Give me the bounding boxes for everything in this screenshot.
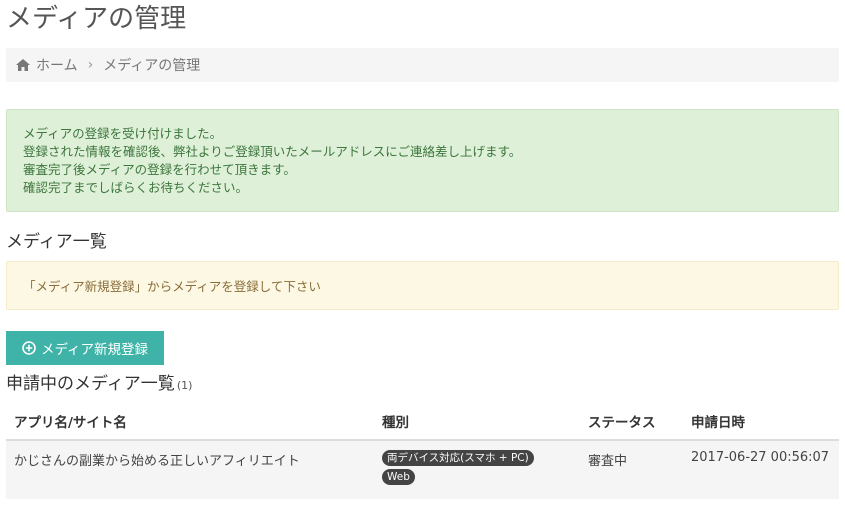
column-header-date: 申請日時 [683,402,839,441]
breadcrumb-home-link[interactable]: ホーム [36,55,78,75]
breadcrumb-current: メディアの管理 [103,58,201,74]
pending-media-title: 申請中のメディア一覧 (1) [6,372,192,398]
column-header-type: 種別 [374,402,580,441]
media-type-badge: Web [382,469,415,485]
pending-media-count: (1) [176,379,193,392]
column-header-name: アプリ名/サイト名 [6,402,374,441]
media-date-cell: 2017-06-27 00:56:07 [683,440,839,499]
table-header-row: アプリ名/サイト名 種別 ステータス 申請日時 [6,402,839,441]
media-status-cell: 審査中 [580,440,683,499]
success-alert-line: メディアの登録を受け付けました。 [23,126,223,141]
pending-media-title-text: 申請中のメディア一覧 [6,374,175,394]
media-type-cell: 両デバイス対応(スマホ + PC) Web [374,440,580,499]
media-list-notice: 「メディア新規登録」からメディアを登録して下さい [6,261,839,310]
column-header-status: ステータス [580,402,683,441]
breadcrumb-separator-icon: › [87,57,94,73]
home-icon [16,59,30,71]
new-media-button[interactable]: メディア新規登録 [6,331,164,365]
media-type-badge: 両デバイス対応(スマホ + PC) [382,450,534,466]
page-title: メディアの管理 [6,4,187,34]
success-alert-line: 審査完了後メディアの登録を行わせて頂きます。 [23,162,296,177]
success-alert-line: 確認完了までしばらくお待ちください。 [23,180,249,195]
media-list-title: メディア一覧 [6,232,107,252]
success-alert-line: 登録された情報を確認後、弊社よりご登録頂いたメールアドレスにご連絡差し上げます。 [23,144,522,159]
media-list-notice-text: 「メディア新規登録」からメディアを登録して下さい [23,279,321,294]
pending-media-table: アプリ名/サイト名 種別 ステータス 申請日時 かじさんの副業から始める正しいア… [6,402,839,499]
media-name-cell: かじさんの副業から始める正しいアフィリエイト [6,440,374,499]
success-alert: メディアの登録を受け付けました。 登録された情報を確認後、弊社よりご登録頂いたメ… [6,109,839,212]
new-media-button-label: メディア新規登録 [40,342,149,358]
breadcrumb: ホーム › メディアの管理 [6,48,839,82]
plus-circle-icon [22,341,36,355]
table-row: かじさんの副業から始める正しいアフィリエイト 両デバイス対応(スマホ + PC)… [6,440,839,499]
